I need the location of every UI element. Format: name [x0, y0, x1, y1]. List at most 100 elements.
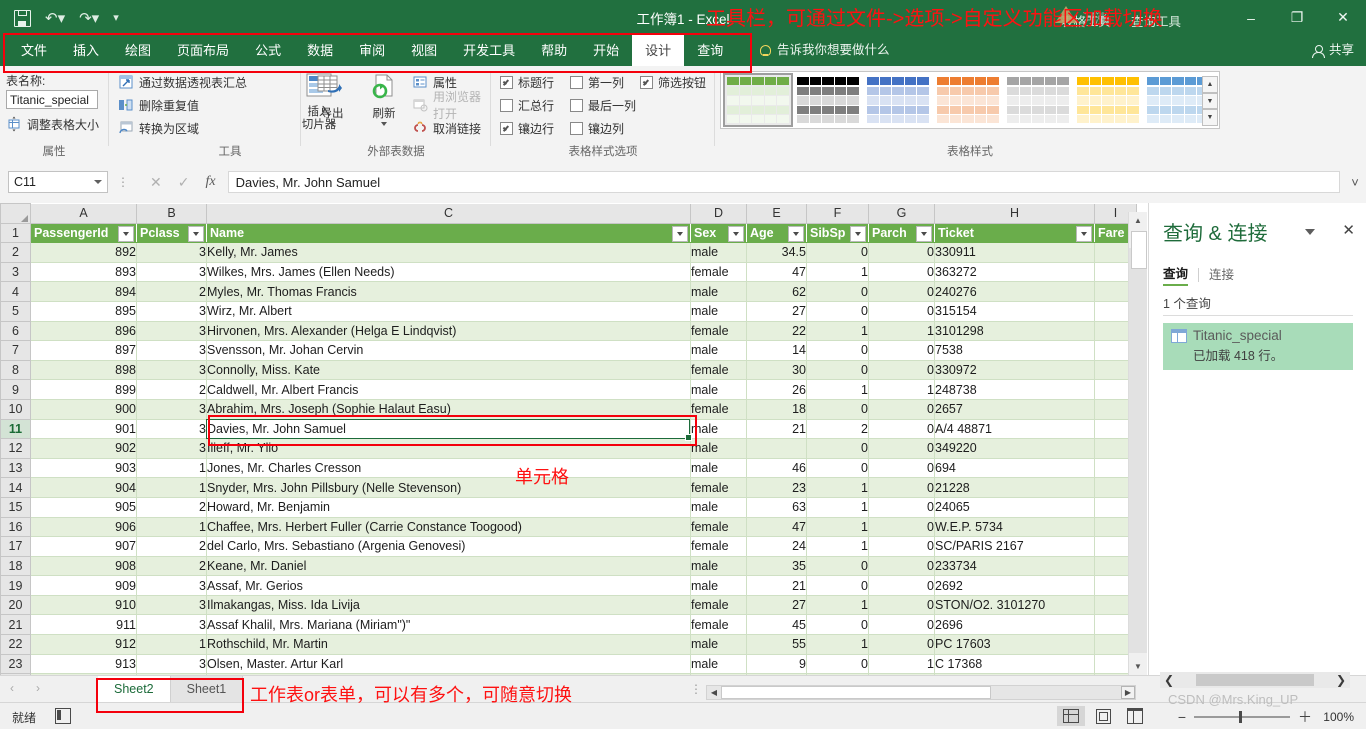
cell-passengerid[interactable]: 893 — [30, 262, 137, 283]
cell-parch[interactable]: 0 — [868, 242, 935, 263]
table-row[interactable]: 9 899 2 Caldwell, Mr. Albert Francis male 26 1… — [0, 379, 1137, 400]
cell-sibsp[interactable]: 1 — [806, 595, 869, 616]
cell-passengerid[interactable]: 901 — [30, 419, 137, 440]
cell-parch[interactable]: 0 — [868, 340, 935, 361]
cell-passengerid[interactable]: 906 — [30, 517, 137, 538]
cell-name[interactable]: Snyder, Mrs. John Pillsbury (Nelle Steve… — [206, 477, 691, 498]
cell-sibsp[interactable]: 1 — [806, 379, 869, 400]
row-header[interactable]: 1 — [0, 222, 31, 244]
cell-name[interactable]: Assaf, Mr. Gerios — [206, 575, 691, 596]
cell-age[interactable]: 26 — [746, 379, 807, 400]
table-row[interactable]: 7 897 3 Svensson, Mr. Johan Cervin male 14 0 0 7… — [0, 340, 1137, 361]
cell-sibsp[interactable]: 2 — [806, 419, 869, 440]
cell-ticket[interactable]: 7538 — [934, 340, 1095, 361]
minimize-button[interactable]: ‒ — [1228, 0, 1274, 35]
checkbox-header-row[interactable]: 标题行 — [500, 72, 554, 93]
cell-sex[interactable]: female — [690, 517, 747, 538]
cell-pclass[interactable]: 3 — [136, 242, 207, 263]
vertical-scroll-track[interactable] — [1129, 248, 1147, 653]
filter-button-icon[interactable] — [118, 225, 134, 242]
cell-sex[interactable]: female — [690, 262, 747, 283]
cell-sibsp[interactable]: 0 — [806, 654, 869, 675]
cell-name[interactable]: Ilmakangas, Miss. Ida Livija — [206, 595, 691, 616]
tab-query[interactable]: 查询 — [684, 35, 736, 66]
column-header-c[interactable]: C — [206, 203, 691, 224]
cell-sex[interactable]: male — [690, 438, 747, 459]
cell-pclass[interactable]: 1 — [136, 458, 207, 479]
cell-passengerid[interactable]: 902 — [30, 438, 137, 459]
cell-ticket[interactable]: 21228 — [934, 477, 1095, 498]
cell-pclass[interactable]: 3 — [136, 595, 207, 616]
checkbox-banded-rows[interactable]: 镶边行 — [500, 118, 554, 139]
row-header[interactable]: 19 — [0, 575, 31, 596]
filter-button-icon[interactable] — [728, 225, 744, 242]
cell-name[interactable]: Keane, Mr. Daniel — [206, 556, 691, 577]
table-row[interactable]: 13 903 1 Jones, Mr. Charles Cresson male 46 0 0… — [0, 457, 1137, 479]
cell-age[interactable]: 62 — [746, 281, 807, 302]
context-tab-query-tools[interactable]: 查询工具 — [1121, 7, 1191, 34]
row-header[interactable]: 6 — [0, 320, 31, 342]
panel-scroll-right-icon[interactable]: ❯ — [1336, 673, 1346, 687]
scroll-left-icon[interactable]: ◀ — [707, 686, 721, 699]
cell-parch[interactable]: 0 — [868, 458, 935, 479]
panel-horizontal-scrollbar[interactable]: ❮ ❯ — [1160, 672, 1350, 688]
tab-developer[interactable]: 开发工具 — [450, 35, 528, 66]
cell-sex[interactable]: female — [690, 360, 747, 381]
cell-name[interactable]: Olsen, Master. Artur Karl — [206, 654, 691, 675]
cell-passengerid[interactable]: 912 — [30, 634, 137, 655]
cell-sibsp[interactable]: 0 — [806, 438, 869, 459]
zoom-slider[interactable] — [1194, 711, 1290, 724]
cell-passengerid[interactable]: 899 — [30, 379, 137, 400]
cell-name[interactable]: Howard, Mr. Benjamin — [206, 497, 691, 518]
row-header[interactable]: 7 — [0, 340, 31, 361]
cell-sex[interactable]: male — [690, 301, 747, 322]
checkbox-icon[interactable] — [500, 76, 513, 89]
cell-parch[interactable]: 0 — [868, 281, 935, 302]
table-header-name[interactable]: Name — [206, 223, 691, 244]
cell-pclass[interactable]: 3 — [136, 301, 207, 322]
query-list-item[interactable]: Titanic_special 已加载 418 行。 — [1163, 323, 1353, 370]
cell-age[interactable]: 23 — [746, 477, 807, 498]
cell-age[interactable] — [746, 438, 807, 459]
row-header[interactable]: 17 — [0, 536, 31, 557]
cell-parch[interactable]: 0 — [868, 614, 935, 636]
cell-pclass[interactable]: 3 — [136, 654, 207, 675]
cell-ticket[interactable]: 2692 — [934, 575, 1095, 596]
tab-view[interactable]: 视图 — [398, 35, 450, 66]
cell-sibsp[interactable]: 0 — [806, 360, 869, 381]
cell-sibsp[interactable]: 0 — [806, 340, 869, 361]
row-header[interactable]: 11 — [0, 418, 31, 440]
cell-age[interactable]: 21 — [746, 419, 807, 440]
page-break-view-button[interactable] — [1121, 706, 1149, 726]
zoom-slider-thumb[interactable] — [1239, 711, 1242, 724]
cell-passengerid[interactable]: 898 — [30, 360, 137, 381]
cell-parch[interactable]: 0 — [868, 262, 935, 283]
gallery-more-icon[interactable]: ▼ — [1202, 109, 1218, 127]
tab-home[interactable]: 开始 — [580, 35, 632, 66]
cell-sibsp[interactable]: 1 — [806, 517, 869, 538]
checkbox-icon[interactable] — [500, 122, 513, 135]
checkbox-first-column[interactable]: 第一列 — [570, 72, 624, 93]
cell-passengerid[interactable]: 897 — [30, 340, 137, 361]
row-header[interactable]: 14 — [0, 477, 31, 498]
cell-age[interactable]: 47 — [746, 262, 807, 283]
cell-name[interactable]: Caldwell, Mr. Albert Francis — [206, 379, 691, 400]
name-box[interactable]: C11 — [8, 171, 108, 193]
cell-name[interactable]: Jones, Mr. Charles Cresson — [206, 458, 691, 479]
cell-ticket[interactable]: C 17368 — [934, 654, 1095, 675]
cell-age[interactable]: 9 — [746, 654, 807, 675]
cell-passengerid[interactable]: 894 — [30, 281, 137, 302]
cell-ticket[interactable]: 2696 — [934, 614, 1095, 636]
cell-ticket[interactable]: 363272 — [934, 262, 1095, 283]
cell-pclass[interactable]: 3 — [136, 575, 207, 596]
cell-passengerid[interactable]: 900 — [30, 399, 137, 420]
table-row[interactable]: 14 904 1 Snyder, Mrs. John Pillsbury (Nelle… — [0, 477, 1137, 498]
cell-sex[interactable]: male — [690, 654, 747, 675]
tab-insert[interactable]: 插入 — [60, 35, 112, 66]
cell-age[interactable]: 27 — [746, 595, 807, 616]
checkbox-icon[interactable] — [570, 99, 583, 112]
table-header-ticket[interactable]: Ticket — [934, 223, 1095, 244]
cell-ticket[interactable]: 330911 — [934, 242, 1095, 263]
insert-function-icon[interactable]: fx — [205, 174, 215, 190]
select-all-corner[interactable] — [0, 203, 31, 224]
